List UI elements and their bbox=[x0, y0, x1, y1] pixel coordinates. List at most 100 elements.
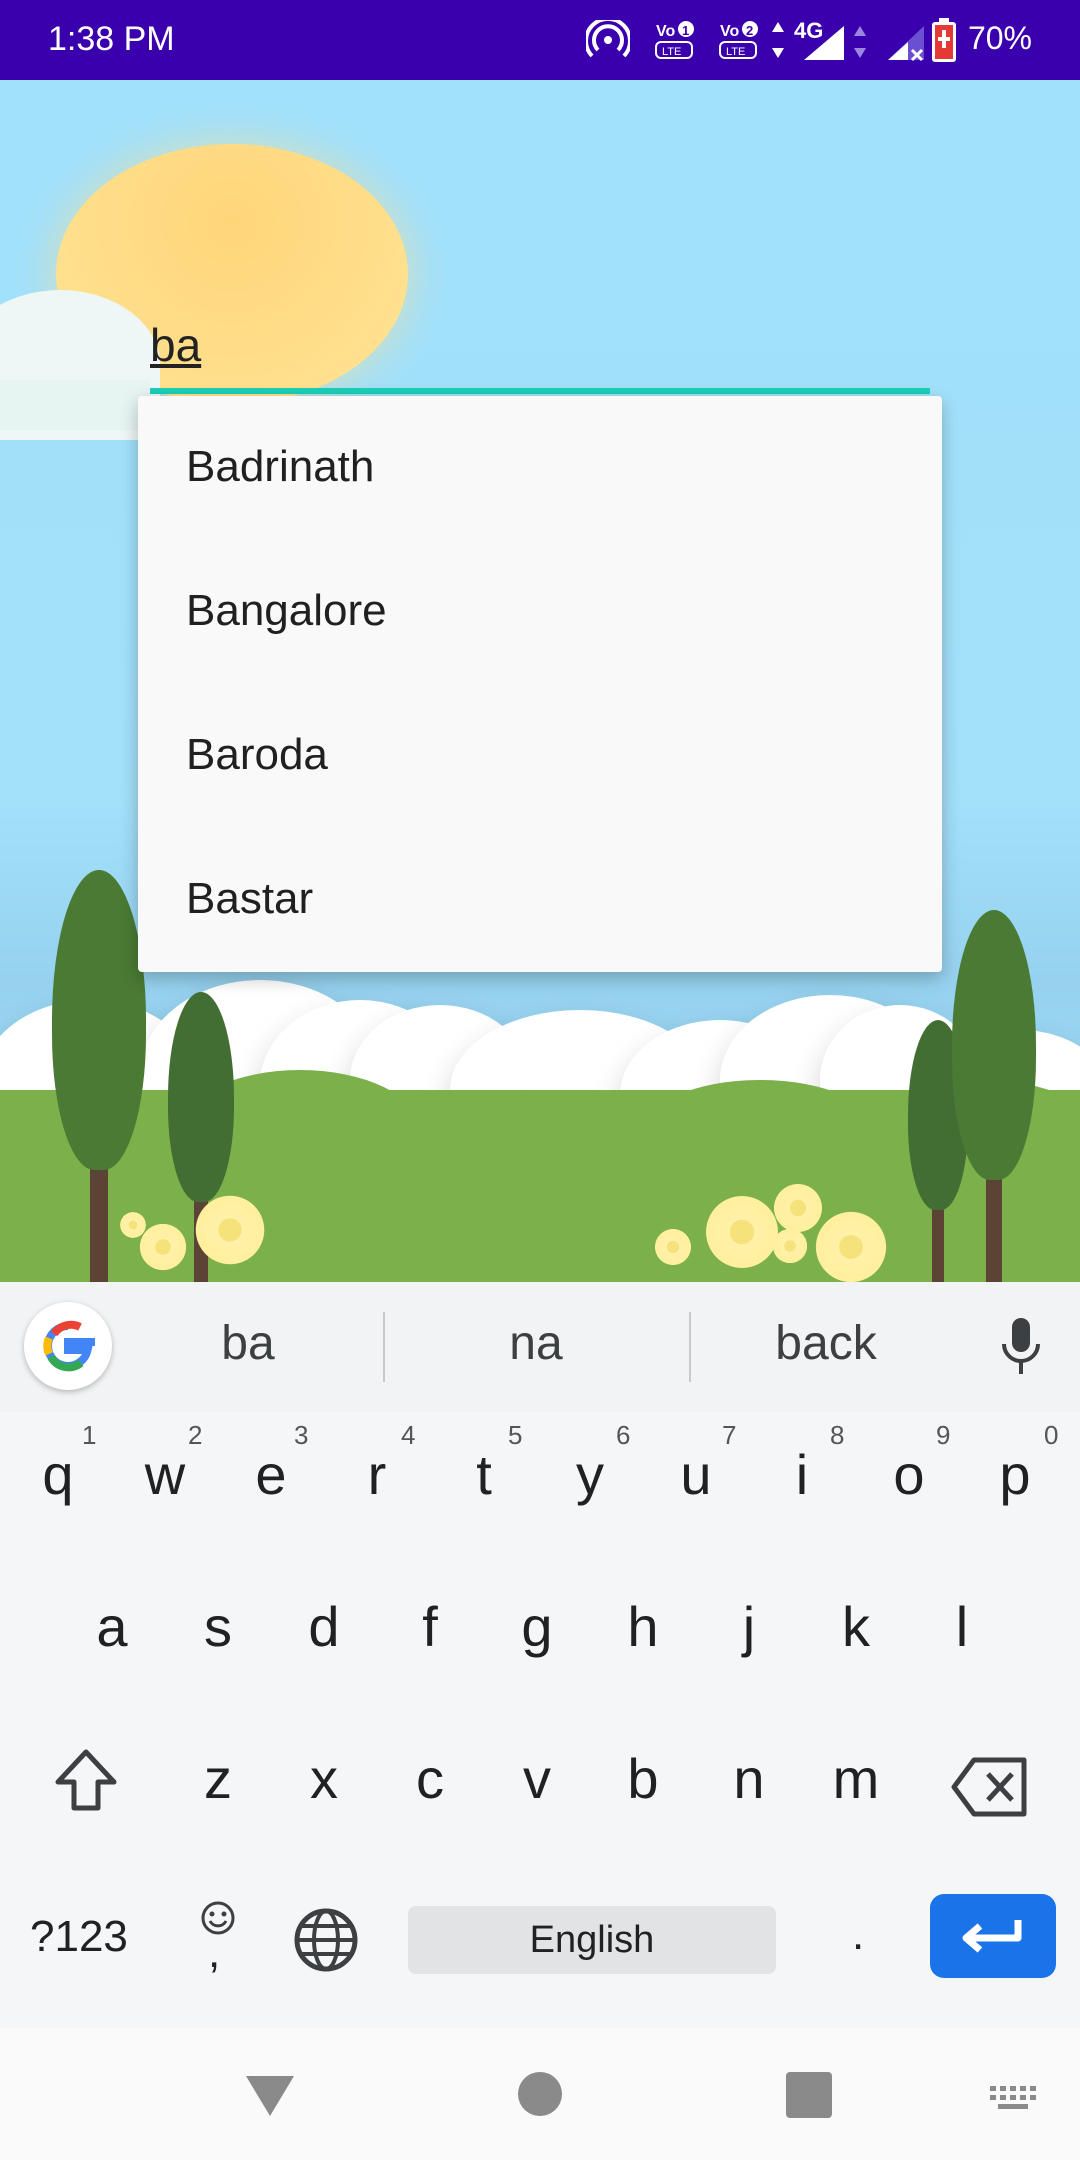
flower-7 bbox=[652, 1226, 694, 1268]
key-l[interactable]: l bbox=[912, 1594, 1012, 1659]
cloud-left-base bbox=[0, 380, 150, 430]
key-h[interactable]: h bbox=[593, 1594, 693, 1659]
key-b[interactable]: b bbox=[593, 1746, 693, 1811]
key-q[interactable]: q bbox=[8, 1442, 108, 1507]
strip-suggestion-1[interactable]: ba bbox=[108, 1316, 388, 1371]
city-autocomplete-field[interactable]: ba bbox=[150, 310, 930, 394]
flower-1 bbox=[190, 1190, 270, 1270]
key-hint-2: 2 bbox=[188, 1420, 203, 1450]
space-bar[interactable]: English bbox=[408, 1906, 776, 1974]
search-input-text[interactable]: ba bbox=[150, 318, 201, 372]
strip-suggestion-3[interactable]: back bbox=[686, 1316, 966, 1371]
svg-text:LTE: LTE bbox=[726, 46, 745, 58]
flower-8 bbox=[770, 1226, 810, 1266]
suggestion-item[interactable]: Bangalore bbox=[138, 540, 942, 684]
key-o[interactable]: o bbox=[859, 1442, 959, 1507]
signal2-icon bbox=[888, 26, 924, 62]
battery-icon bbox=[932, 18, 956, 62]
suggestion-label: Bangalore bbox=[186, 586, 387, 635]
strip-divider bbox=[383, 1312, 385, 1382]
data-arrows-icon bbox=[772, 22, 784, 58]
key-c[interactable]: c bbox=[380, 1746, 480, 1811]
key-v[interactable]: v bbox=[487, 1746, 587, 1811]
key-hint-3: 3 bbox=[294, 1420, 309, 1450]
globe-icon[interactable] bbox=[292, 1906, 360, 1974]
flower-6 bbox=[810, 1206, 892, 1282]
comma-key[interactable]: , bbox=[208, 1928, 220, 1978]
key-p[interactable]: p bbox=[965, 1442, 1065, 1507]
keyboard-suggestion-strip: ba na back bbox=[0, 1282, 1080, 1412]
key-a[interactable]: a bbox=[62, 1594, 162, 1659]
key-hint-4: 4 bbox=[401, 1420, 416, 1450]
key-hint-1: 1 bbox=[82, 1420, 97, 1450]
key-e[interactable]: e bbox=[221, 1442, 321, 1507]
key-hint-5: 5 bbox=[508, 1420, 523, 1450]
status-time: 1:38 PM bbox=[48, 20, 175, 58]
search-input-underline bbox=[150, 388, 930, 394]
tree-crown-4 bbox=[952, 910, 1036, 1180]
flower-3 bbox=[118, 1210, 148, 1240]
home-icon[interactable] bbox=[518, 2072, 562, 2116]
soft-keyboard: ba na back q w e r t y u i o p 1 2 3 4 5… bbox=[0, 1282, 1080, 2028]
tree-crown-1 bbox=[52, 870, 146, 1170]
key-s[interactable]: s bbox=[168, 1594, 268, 1659]
back-icon[interactable] bbox=[244, 2074, 296, 2118]
svg-text:LTE: LTE bbox=[662, 46, 681, 58]
data-arrows-icon-2 bbox=[854, 26, 866, 58]
backspace-icon[interactable] bbox=[950, 1756, 1030, 1818]
google-button[interactable] bbox=[24, 1302, 112, 1390]
suggestion-item[interactable]: Bastar bbox=[138, 828, 942, 972]
svg-text:Vo: Vo bbox=[720, 23, 739, 40]
key-k[interactable]: k bbox=[806, 1594, 906, 1659]
bush-2 bbox=[360, 1090, 580, 1190]
key-z[interactable]: z bbox=[168, 1746, 268, 1811]
volte2-icon: Vo 2 LTE bbox=[719, 21, 758, 59]
key-hint-9: 9 bbox=[936, 1420, 951, 1450]
shift-icon[interactable] bbox=[50, 1746, 122, 1818]
suggestion-item[interactable]: Baroda bbox=[138, 684, 942, 828]
bush-3 bbox=[640, 1080, 880, 1190]
keyboard-keys: q w e r t y u i o p 1 2 3 4 5 6 7 8 9 0 … bbox=[0, 1412, 1080, 2028]
suggestion-label: Badrinath bbox=[186, 442, 375, 491]
key-hint-6: 6 bbox=[616, 1420, 631, 1450]
key-hint-0: 0 bbox=[1044, 1420, 1059, 1450]
enter-key[interactable] bbox=[930, 1894, 1056, 1978]
symbols-key[interactable]: ?123 bbox=[30, 1912, 128, 1962]
svg-text:1: 1 bbox=[682, 23, 689, 38]
key-i[interactable]: i bbox=[752, 1442, 852, 1507]
suggestion-label: Baroda bbox=[186, 730, 328, 779]
key-t[interactable]: t bbox=[434, 1442, 534, 1507]
key-hint-8: 8 bbox=[830, 1420, 845, 1450]
key-u[interactable]: u bbox=[646, 1442, 746, 1507]
key-w[interactable]: w bbox=[115, 1442, 215, 1507]
keyboard-switch-icon[interactable] bbox=[990, 2086, 1036, 2114]
enter-icon bbox=[962, 1920, 1022, 1953]
strip-suggestion-2[interactable]: na bbox=[396, 1316, 676, 1371]
hotspot-icon bbox=[586, 20, 630, 58]
key-y[interactable]: y bbox=[540, 1442, 640, 1507]
suggestion-label: Bastar bbox=[186, 874, 314, 923]
autocomplete-dropdown: Badrinath Bangalore Baroda Bastar bbox=[138, 396, 942, 972]
key-m[interactable]: m bbox=[806, 1746, 906, 1811]
suggestion-item[interactable]: Badrinath bbox=[138, 396, 942, 540]
signal1-icon bbox=[804, 26, 844, 60]
key-x[interactable]: x bbox=[274, 1746, 374, 1811]
key-j[interactable]: j bbox=[699, 1594, 799, 1659]
period-key[interactable]: . bbox=[852, 1910, 864, 1960]
svg-text:2: 2 bbox=[746, 23, 753, 38]
key-n[interactable]: n bbox=[699, 1746, 799, 1811]
key-f[interactable]: f bbox=[380, 1594, 480, 1659]
battery-percent: 70% bbox=[967, 20, 1032, 56]
key-d[interactable]: d bbox=[274, 1594, 374, 1659]
recents-icon[interactable] bbox=[786, 2072, 832, 2118]
key-r[interactable]: r bbox=[327, 1442, 427, 1507]
tree-crown-2 bbox=[168, 992, 234, 1202]
volte1-icon: Vo 1 LTE bbox=[655, 21, 694, 59]
status-bar: 1:38 PM Vo 1 LTE Vo 2 LTE 4G 70% bbox=[0, 0, 1080, 80]
microphone-icon[interactable] bbox=[998, 1316, 1044, 1378]
key-hint-7: 7 bbox=[722, 1420, 737, 1450]
key-g[interactable]: g bbox=[487, 1594, 587, 1659]
navigation-bar bbox=[0, 2028, 1080, 2160]
svg-text:Vo: Vo bbox=[656, 23, 675, 40]
google-g-icon bbox=[43, 1320, 95, 1372]
